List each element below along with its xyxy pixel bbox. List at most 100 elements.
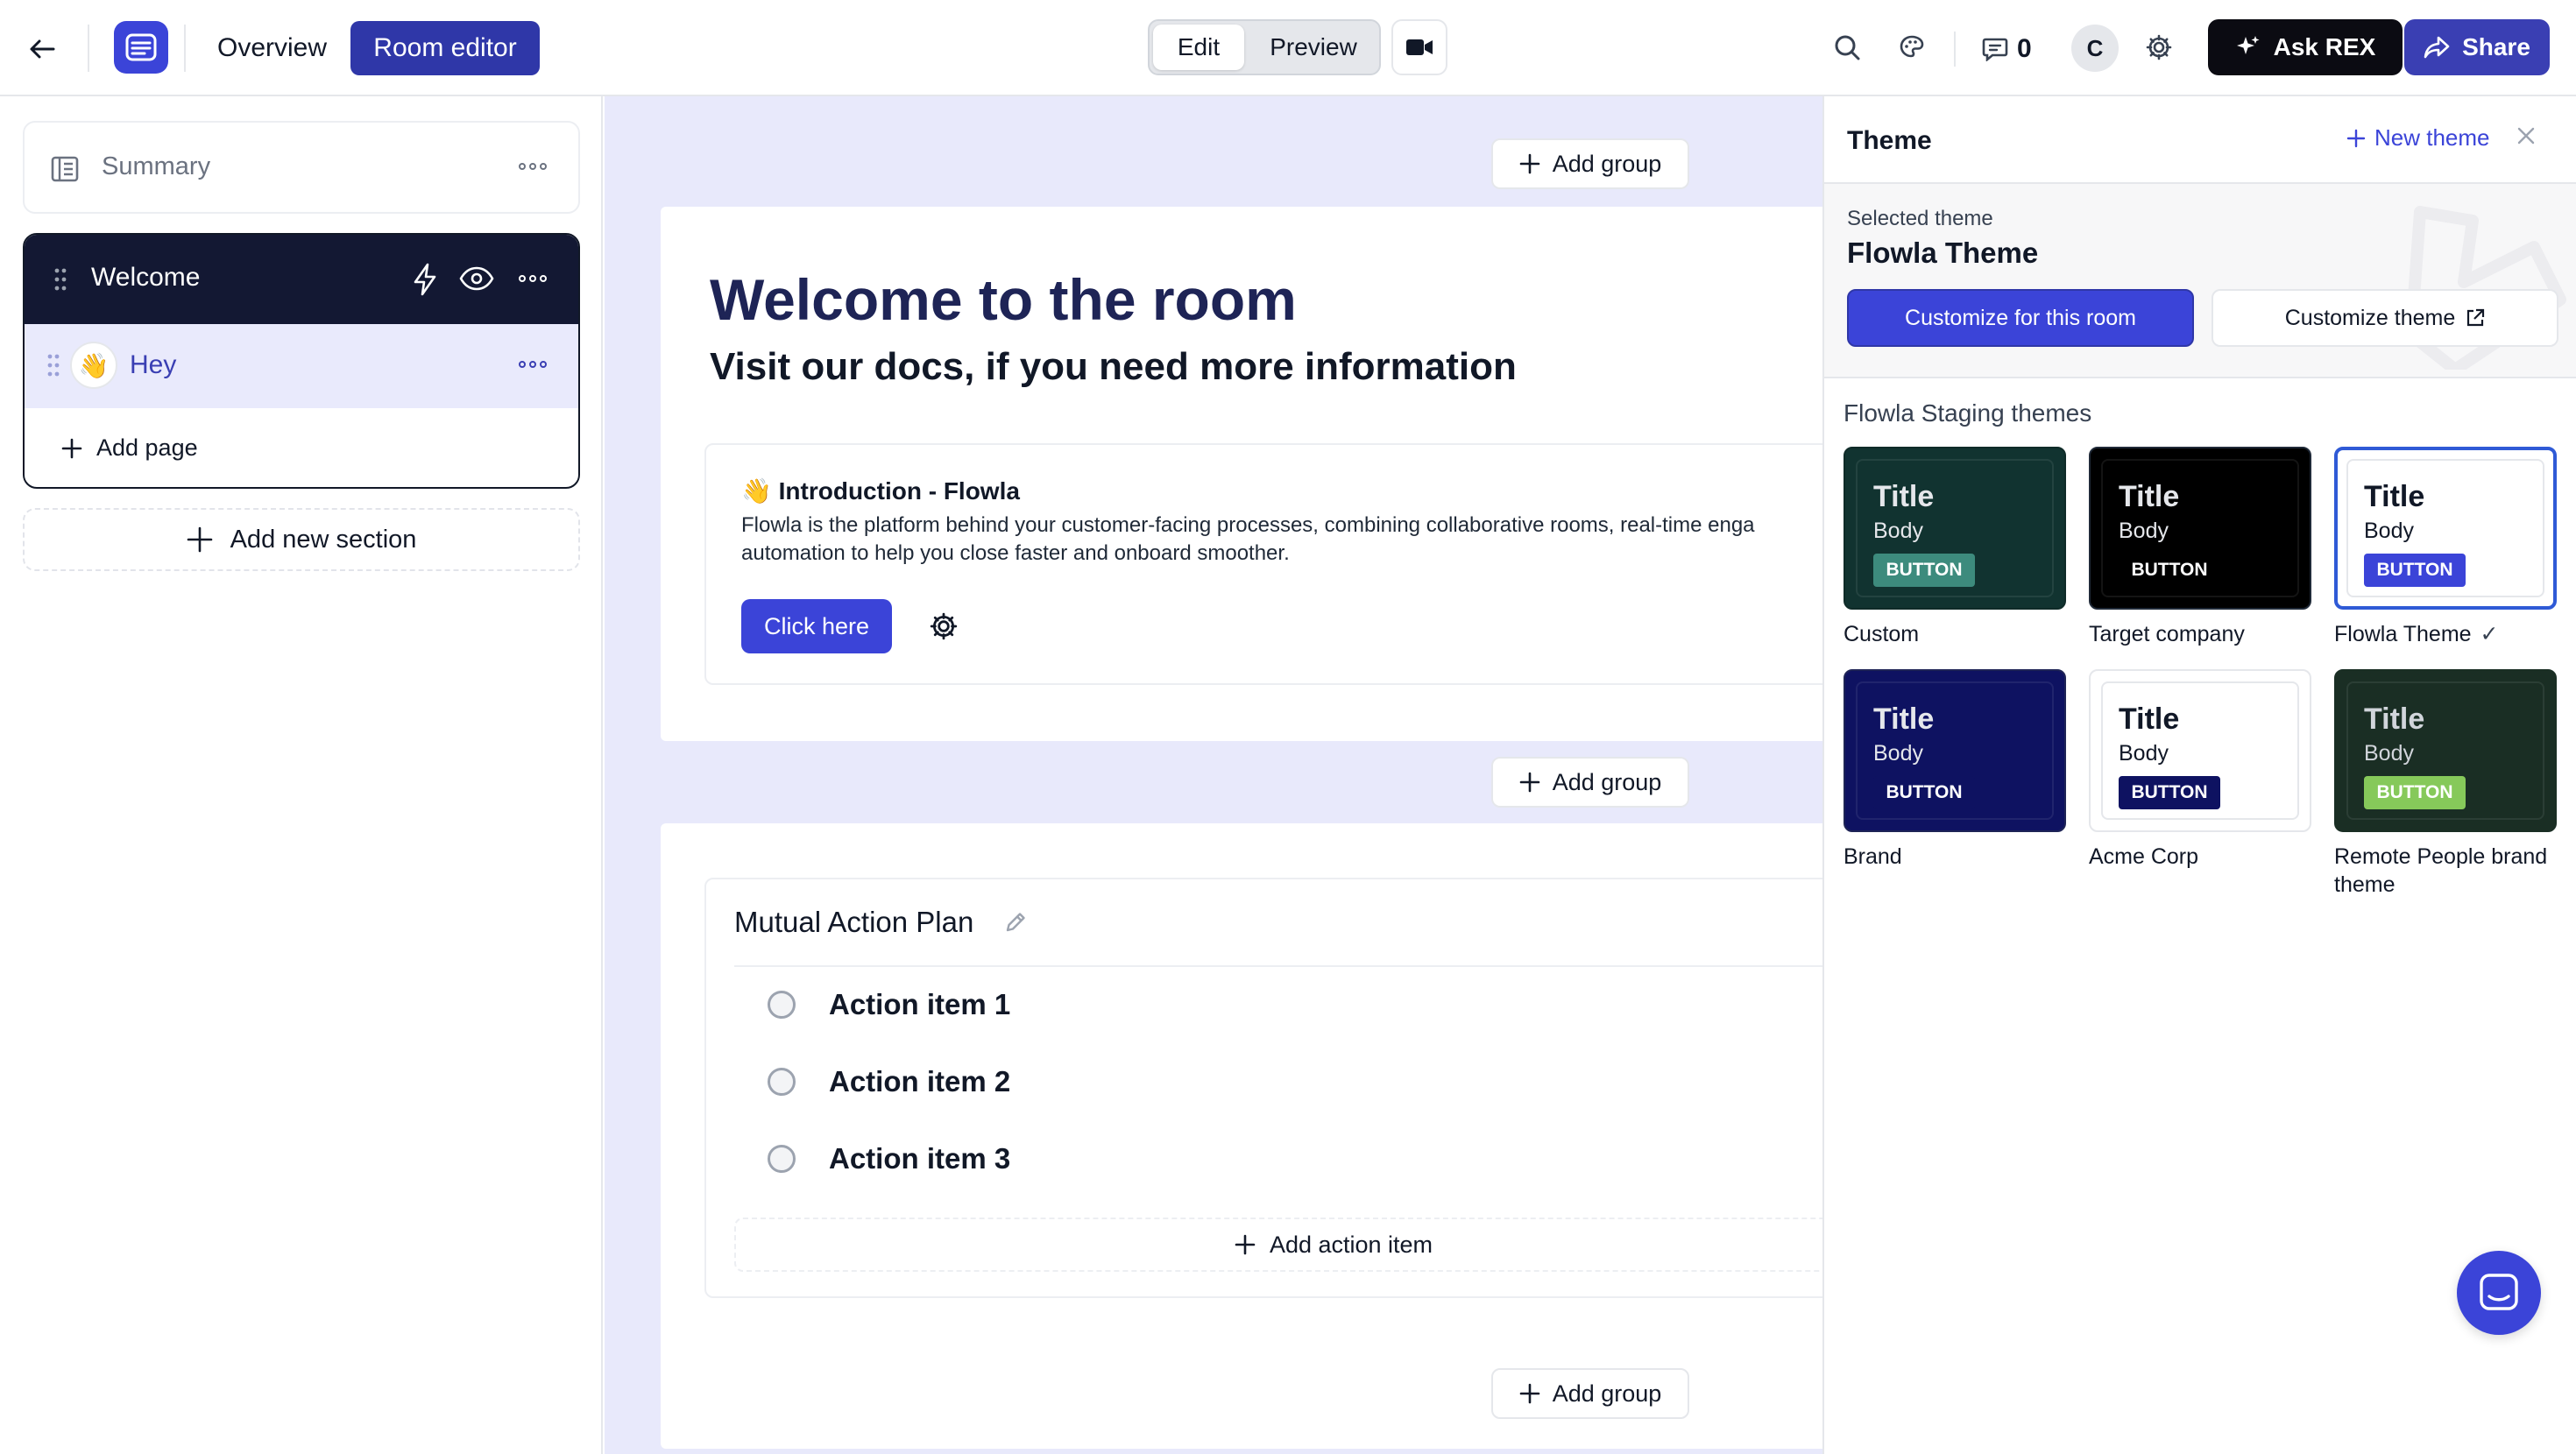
comment-count: 0 — [2017, 34, 2032, 63]
search-icon[interactable] — [1824, 25, 1870, 70]
checkbox[interactable] — [768, 1068, 796, 1096]
theme-preview: Title Body BUTTON — [2346, 459, 2544, 597]
theme-preview-body: Body — [1873, 519, 1923, 543]
theme-preview-title: Title — [1873, 702, 1935, 736]
click-here-button[interactable]: Click here — [741, 599, 892, 653]
add-group-button[interactable]: Add group — [1491, 138, 1689, 189]
add-group-label: Add group — [1552, 768, 1662, 795]
theme-preview-button: BUTTON — [2119, 554, 2220, 587]
theme-name-label: Brand — [1844, 844, 1902, 869]
summary-item[interactable]: Summary — [23, 121, 580, 214]
video-camera-button[interactable] — [1391, 19, 1447, 75]
drag-handle-icon[interactable] — [54, 268, 67, 291]
checkbox[interactable] — [768, 1145, 796, 1173]
share-button[interactable]: Share — [2404, 19, 2550, 75]
theme-preview-body: Body — [1873, 741, 1923, 766]
theme-preview-button: BUTTON — [1873, 776, 1975, 809]
theme-name-label: Acme Corp — [2089, 844, 2199, 869]
theme-preview: Title Body BUTTON — [1856, 459, 2054, 597]
theme-preview: Title Body BUTTON — [2101, 459, 2299, 597]
drag-handle-icon[interactable] — [47, 354, 60, 377]
page-more-icon[interactable] — [519, 361, 547, 368]
lightning-icon[interactable] — [412, 263, 438, 296]
theme-name: Target company — [2089, 620, 2317, 648]
customize-theme-button[interactable]: Customize theme — [2212, 289, 2558, 347]
theme-preview-body: Body — [2364, 519, 2414, 543]
theme-name-label: Custom — [1844, 622, 1920, 646]
theme-preview-button: BUTTON — [2364, 776, 2466, 809]
palette-icon[interactable] — [1889, 25, 1935, 70]
plus-icon — [61, 438, 82, 458]
welcome-group: Welcome to the room Visit our docs, if y… — [661, 207, 1822, 741]
gear-icon[interactable] — [2136, 25, 2182, 70]
section-header[interactable]: Welcome — [25, 235, 578, 324]
theme-name: Brand — [1844, 843, 2071, 871]
intro-text-line2: automation to help you close faster and … — [741, 541, 1290, 565]
gear-icon[interactable] — [929, 611, 959, 641]
divider — [88, 25, 89, 72]
eye-icon[interactable] — [459, 266, 494, 291]
page-item-hey[interactable]: 👋 Hey — [25, 324, 578, 408]
theme-preview: Title Body BUTTON — [2101, 681, 2299, 820]
intro-text-line1: Flowla is the platform behind your custo… — [741, 513, 1755, 537]
mode-preview-button[interactable]: Preview — [1253, 25, 1374, 70]
back-arrow-icon[interactable] — [21, 28, 63, 70]
theme-preview: Title Body BUTTON — [2346, 681, 2544, 820]
theme-card[interactable]: Title Body BUTTON — [2334, 447, 2557, 610]
theme-preview-button: BUTTON — [1873, 554, 1975, 587]
action-item[interactable]: Action item 3 — [768, 1142, 1010, 1175]
action-plan-block: Mutual Action Plan Action item 1 Action … — [704, 878, 1822, 1298]
avatar[interactable]: C — [2071, 25, 2119, 72]
theme-preview-body: Body — [2364, 741, 2414, 766]
new-theme-button[interactable]: New theme — [2346, 124, 2490, 152]
pencil-icon[interactable] — [1004, 911, 1027, 934]
theme-name: Remote People brand theme — [2334, 843, 2562, 899]
theme-name-label: Flowla Theme — [2334, 622, 2472, 646]
customize-theme-label: Customize theme — [2284, 305, 2456, 330]
ask-rex-label: Ask REX — [2273, 33, 2376, 60]
plus-icon — [187, 526, 212, 553]
close-icon[interactable] — [2516, 126, 2536, 145]
section-title: Welcome — [91, 263, 201, 292]
action-item[interactable]: Action item 1 — [768, 988, 1010, 1021]
theme-card[interactable]: Title Body BUTTON — [2089, 447, 2311, 610]
theme-panel: Theme New theme Selected theme Flowla Th… — [1822, 96, 2576, 1454]
video-camera-icon — [1406, 39, 1433, 55]
comment-icon — [1982, 38, 2008, 61]
section-more-icon[interactable] — [519, 275, 547, 282]
theme-name-label: Target company — [2089, 622, 2245, 646]
plus-icon — [1519, 772, 1539, 793]
nav-overview[interactable]: Overview — [203, 21, 341, 75]
chat-launcher-button[interactable] — [2457, 1251, 2541, 1335]
theme-preview-button: BUTTON — [2364, 554, 2466, 587]
add-action-item-button[interactable]: Add action item — [734, 1218, 1822, 1272]
theme-card[interactable]: Title Body BUTTON — [1844, 447, 2066, 610]
summary-more-icon[interactable] — [519, 163, 547, 170]
theme-card[interactable]: Title Body BUTTON — [2334, 669, 2557, 832]
flowla-logo[interactable] — [114, 21, 168, 74]
action-item-label: Action item 1 — [829, 988, 1011, 1020]
plus-icon — [1519, 1383, 1539, 1404]
theme-card[interactable]: Title Body BUTTON — [2089, 669, 2311, 832]
checkbox[interactable] — [768, 991, 796, 1019]
sparkle-icon — [2236, 36, 2260, 54]
comments-button[interactable]: 0 — [1982, 28, 2032, 70]
selected-check-icon: ✓ — [2480, 622, 2499, 646]
theme-preview-title: Title — [2119, 702, 2180, 736]
page-title: Hey — [130, 350, 177, 379]
add-section-button[interactable]: Add new section — [23, 508, 580, 571]
mode-edit-button[interactable]: Edit — [1153, 25, 1244, 70]
customize-for-room-button[interactable]: Customize for this room — [1847, 289, 2194, 347]
plus-icon — [1519, 153, 1539, 174]
nav-room-editor[interactable]: Room editor — [350, 21, 540, 75]
add-page-button[interactable]: Add page — [61, 434, 198, 462]
add-group-button[interactable]: Add group — [1491, 1368, 1689, 1419]
add-group-button[interactable]: Add group — [1491, 757, 1689, 808]
add-page-label: Add page — [96, 434, 198, 461]
plus-icon — [1235, 1234, 1256, 1255]
ask-rex-button[interactable]: Ask REX — [2208, 19, 2403, 75]
welcome-subtitle: Visit our docs, if you need more informa… — [710, 345, 1517, 388]
selected-theme-box: Selected theme Flowla Theme Customize fo… — [1824, 182, 2576, 378]
action-item[interactable]: Action item 2 — [768, 1065, 1010, 1098]
theme-card[interactable]: Title Body BUTTON — [1844, 669, 2066, 832]
